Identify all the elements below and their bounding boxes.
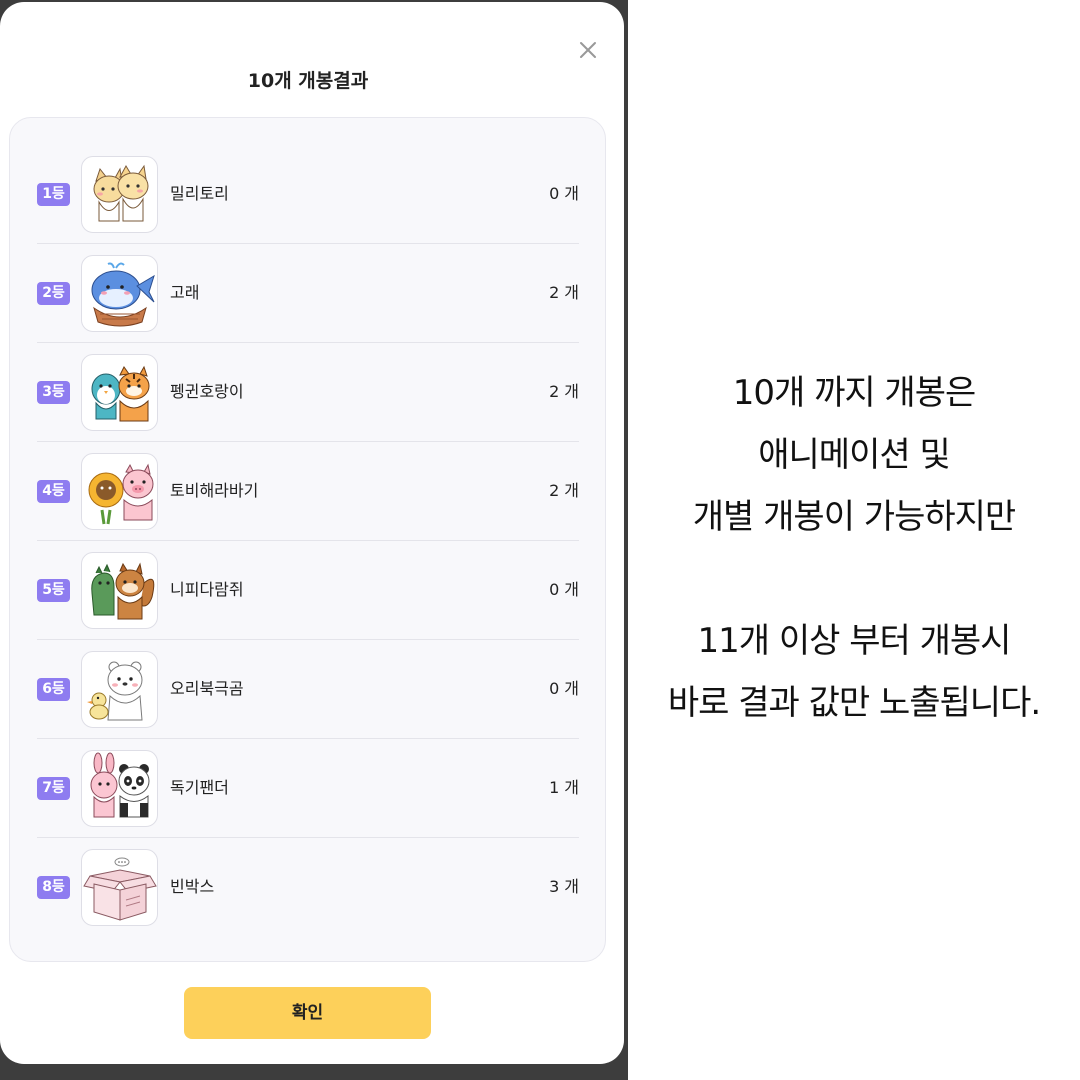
count-unit: 개: [564, 877, 579, 896]
rank-badge: 2등: [37, 282, 70, 305]
result-row: 5등 니피다람쥐 0개: [37, 541, 579, 640]
item-name: 독기팬더: [170, 778, 229, 797]
count-value: 0: [549, 580, 560, 599]
rank-badge: 3등: [37, 381, 70, 404]
rank-badge: 8등: [37, 876, 70, 899]
count-unit: 개: [564, 283, 579, 302]
caption-line: 10개 까지 개봉은: [732, 373, 977, 413]
result-row: 3등 펭귄호랑이 2개: [37, 343, 579, 442]
count-unit: 개: [564, 382, 579, 401]
result-modal: 10개 개봉결과 1등 밀리토리 0 개 2등 고래 2 개 3등 펭귄호랑이 …: [0, 2, 624, 1064]
caption-line: 개별 개봉이 가능하지만: [692, 497, 1016, 537]
result-row: 2등 고래 2개: [37, 244, 579, 343]
confirm-button[interactable]: 확인: [184, 987, 431, 1039]
count-value: 0: [549, 679, 560, 698]
result-row: 1등 밀리토리 0개: [37, 145, 579, 244]
item-name: 밀리토리: [170, 184, 229, 203]
count-value: 2: [549, 382, 560, 401]
caption-line: 애니메이션 및: [758, 435, 951, 475]
count-unit: 개: [564, 679, 579, 698]
item-count: 1개: [549, 777, 579, 799]
sunflower-and-pig-sticker: [81, 453, 158, 530]
item-name: 펭귄호랑이: [170, 382, 244, 401]
item-name: 니피다람쥐: [170, 580, 244, 599]
caption-line: 11개 이상 부터 개봉시: [697, 621, 1012, 661]
duck-and-polar-bear-sticker: [81, 651, 158, 728]
two-cream-cats-sticker: [81, 156, 158, 233]
item-count: 0개: [549, 579, 579, 601]
rank-badge: 4등: [37, 480, 70, 503]
item-name: 빈박스: [170, 877, 215, 896]
caption-line: 바로 결과 값만 노출됩니다.: [667, 683, 1041, 723]
close-icon[interactable]: [574, 36, 602, 64]
description-caption: 10개 까지 개봉은 애니메이션 및 개별 개봉이 가능하지만 11개 이상 부…: [628, 362, 1080, 734]
item-name: 고래: [170, 283, 200, 302]
count-unit: 개: [564, 184, 579, 203]
count-unit: 개: [564, 580, 579, 599]
item-count: 3개: [549, 876, 579, 898]
result-row: 7등 독기팬더 1개: [37, 739, 579, 838]
count-value: 1: [549, 778, 560, 797]
count-value: 3: [549, 877, 560, 896]
item-count: 2개: [549, 381, 579, 403]
bunny-and-panda-sticker: [81, 750, 158, 827]
result-row: 6등 오리북극곰 0개: [37, 640, 579, 739]
dino-and-squirrel-sticker: [81, 552, 158, 629]
rank-badge: 6등: [37, 678, 70, 701]
empty-box-sticker: [81, 849, 158, 926]
penguin-and-tiger-sticker: [81, 354, 158, 431]
item-count: 0개: [549, 183, 579, 205]
item-name: 토비해라바기: [170, 481, 259, 500]
modal-title: 10개 개봉결과: [247, 70, 369, 92]
count-unit: 개: [564, 481, 579, 500]
item-count: 2개: [549, 480, 579, 502]
item-name: 오리북극곰: [170, 679, 244, 698]
result-list: 1등 밀리토리 0개 2등 고래 2 개 3등 펭귄호랑이 2 개 4등 토비해…: [9, 117, 606, 962]
item-count: 0개: [549, 678, 579, 700]
count-unit: 개: [564, 778, 579, 797]
result-row: 4등 토비해라바기 2개: [37, 442, 579, 541]
item-count: 2개: [549, 282, 579, 304]
blue-whale-in-basket-sticker: [81, 255, 158, 332]
count-value: 2: [549, 481, 560, 500]
rank-badge: 1등: [37, 183, 70, 206]
rank-badge: 7등: [37, 777, 70, 800]
result-row: 8등 빈박스 3개: [37, 838, 579, 937]
rank-badge: 5등: [37, 579, 70, 602]
count-value: 0: [549, 184, 560, 203]
count-value: 2: [549, 283, 560, 302]
